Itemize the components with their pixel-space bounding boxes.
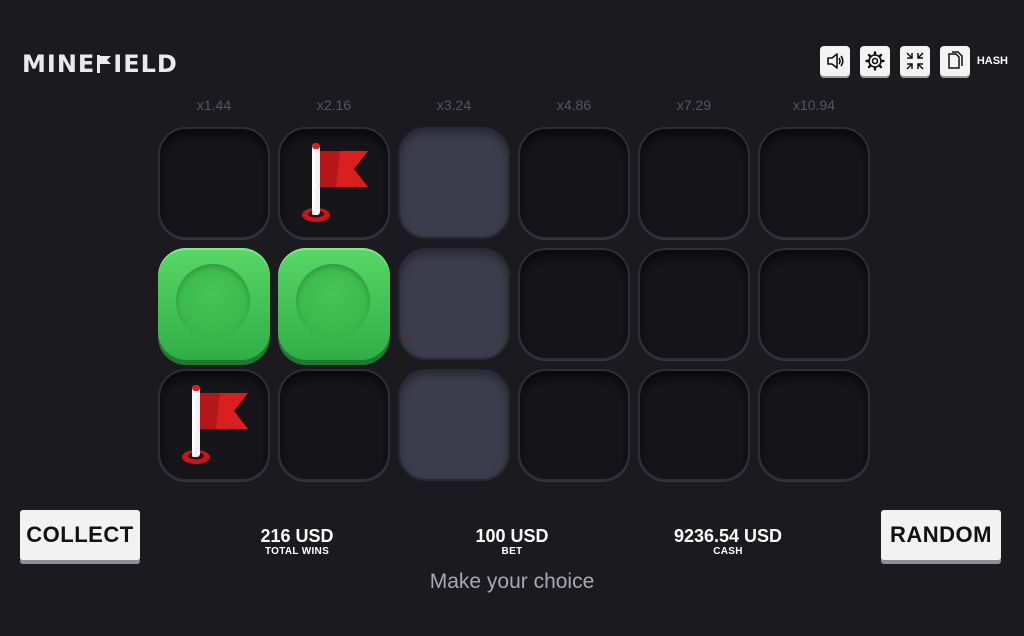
copy-icon bbox=[948, 51, 963, 69]
sound-button[interactable] bbox=[819, 46, 850, 76]
hash-button[interactable] bbox=[939, 46, 970, 76]
total-wins-label: TOTAL WINS bbox=[264, 546, 330, 557]
grid-cell-active[interactable] bbox=[398, 248, 510, 360]
status-message: Make your choice bbox=[429, 570, 595, 593]
grid-cell-flag[interactable] bbox=[278, 127, 390, 239]
bet-value: 100 USD bbox=[475, 526, 549, 546]
total-wins-stat: 216 USD TOTAL WINS bbox=[207, 526, 387, 557]
multiplier-label: x3.24 bbox=[436, 97, 472, 113]
grid-cell-empty[interactable] bbox=[518, 127, 630, 239]
grid-cell-green[interactable] bbox=[278, 248, 390, 360]
multiplier-label: x2.16 bbox=[316, 97, 352, 113]
game-logo: MINE IELD bbox=[22, 50, 178, 78]
multiplier-label: x1.44 bbox=[196, 97, 232, 113]
grid-cell-empty[interactable] bbox=[638, 127, 750, 239]
green-disc-icon bbox=[296, 264, 370, 338]
total-wins-value: 216 USD bbox=[260, 526, 334, 546]
toolbar: HASH bbox=[819, 46, 1008, 76]
fullscreen-button[interactable] bbox=[899, 46, 930, 76]
logo-flag-icon bbox=[96, 53, 112, 75]
settings-button[interactable] bbox=[859, 46, 890, 76]
grid-cell-active[interactable] bbox=[398, 369, 510, 481]
bet-stat: 100 USD BET bbox=[422, 526, 602, 557]
fullscreen-icon bbox=[906, 52, 924, 70]
grid-cell-empty[interactable] bbox=[758, 127, 870, 239]
minefield-grid bbox=[158, 127, 870, 481]
multiplier-label: x7.29 bbox=[676, 97, 712, 113]
grid-cell-active[interactable] bbox=[398, 127, 510, 239]
collect-button[interactable]: COLLECT bbox=[20, 510, 140, 560]
grid-cell-empty[interactable] bbox=[638, 369, 750, 481]
speaker-icon bbox=[827, 53, 844, 69]
grid-cell-empty[interactable] bbox=[638, 248, 750, 360]
logo-text-part1: MINE bbox=[22, 50, 96, 78]
grid-cell-empty[interactable] bbox=[518, 369, 630, 481]
cash-stat: 9236.54 USD CASH bbox=[638, 526, 818, 557]
multiplier-label: x10.94 bbox=[792, 97, 836, 113]
multiplier-label: x4.86 bbox=[556, 97, 592, 113]
multiplier-row: x1.44 x2.16 x3.24 x4.86 x7.29 x10.94 bbox=[158, 97, 870, 115]
green-disc-icon bbox=[176, 264, 250, 338]
hash-label[interactable]: HASH bbox=[977, 55, 1008, 67]
cash-label: CASH bbox=[713, 546, 743, 557]
grid-cell-empty[interactable] bbox=[158, 127, 270, 239]
grid-cell-empty[interactable] bbox=[278, 369, 390, 481]
flag-icon bbox=[182, 385, 248, 464]
grid-cell-empty[interactable] bbox=[758, 369, 870, 481]
grid-cell-empty[interactable] bbox=[518, 248, 630, 360]
bet-label: BET bbox=[501, 546, 523, 557]
gear-icon bbox=[865, 51, 885, 71]
random-button[interactable]: RANDOM bbox=[881, 510, 1001, 560]
grid-cell-flag[interactable] bbox=[158, 369, 270, 481]
flag-icon bbox=[302, 143, 368, 222]
cash-value: 9236.54 USD bbox=[673, 526, 783, 546]
grid-cell-empty[interactable] bbox=[758, 248, 870, 360]
grid-cell-green[interactable] bbox=[158, 248, 270, 360]
logo-text-part2: IELD bbox=[113, 50, 178, 78]
